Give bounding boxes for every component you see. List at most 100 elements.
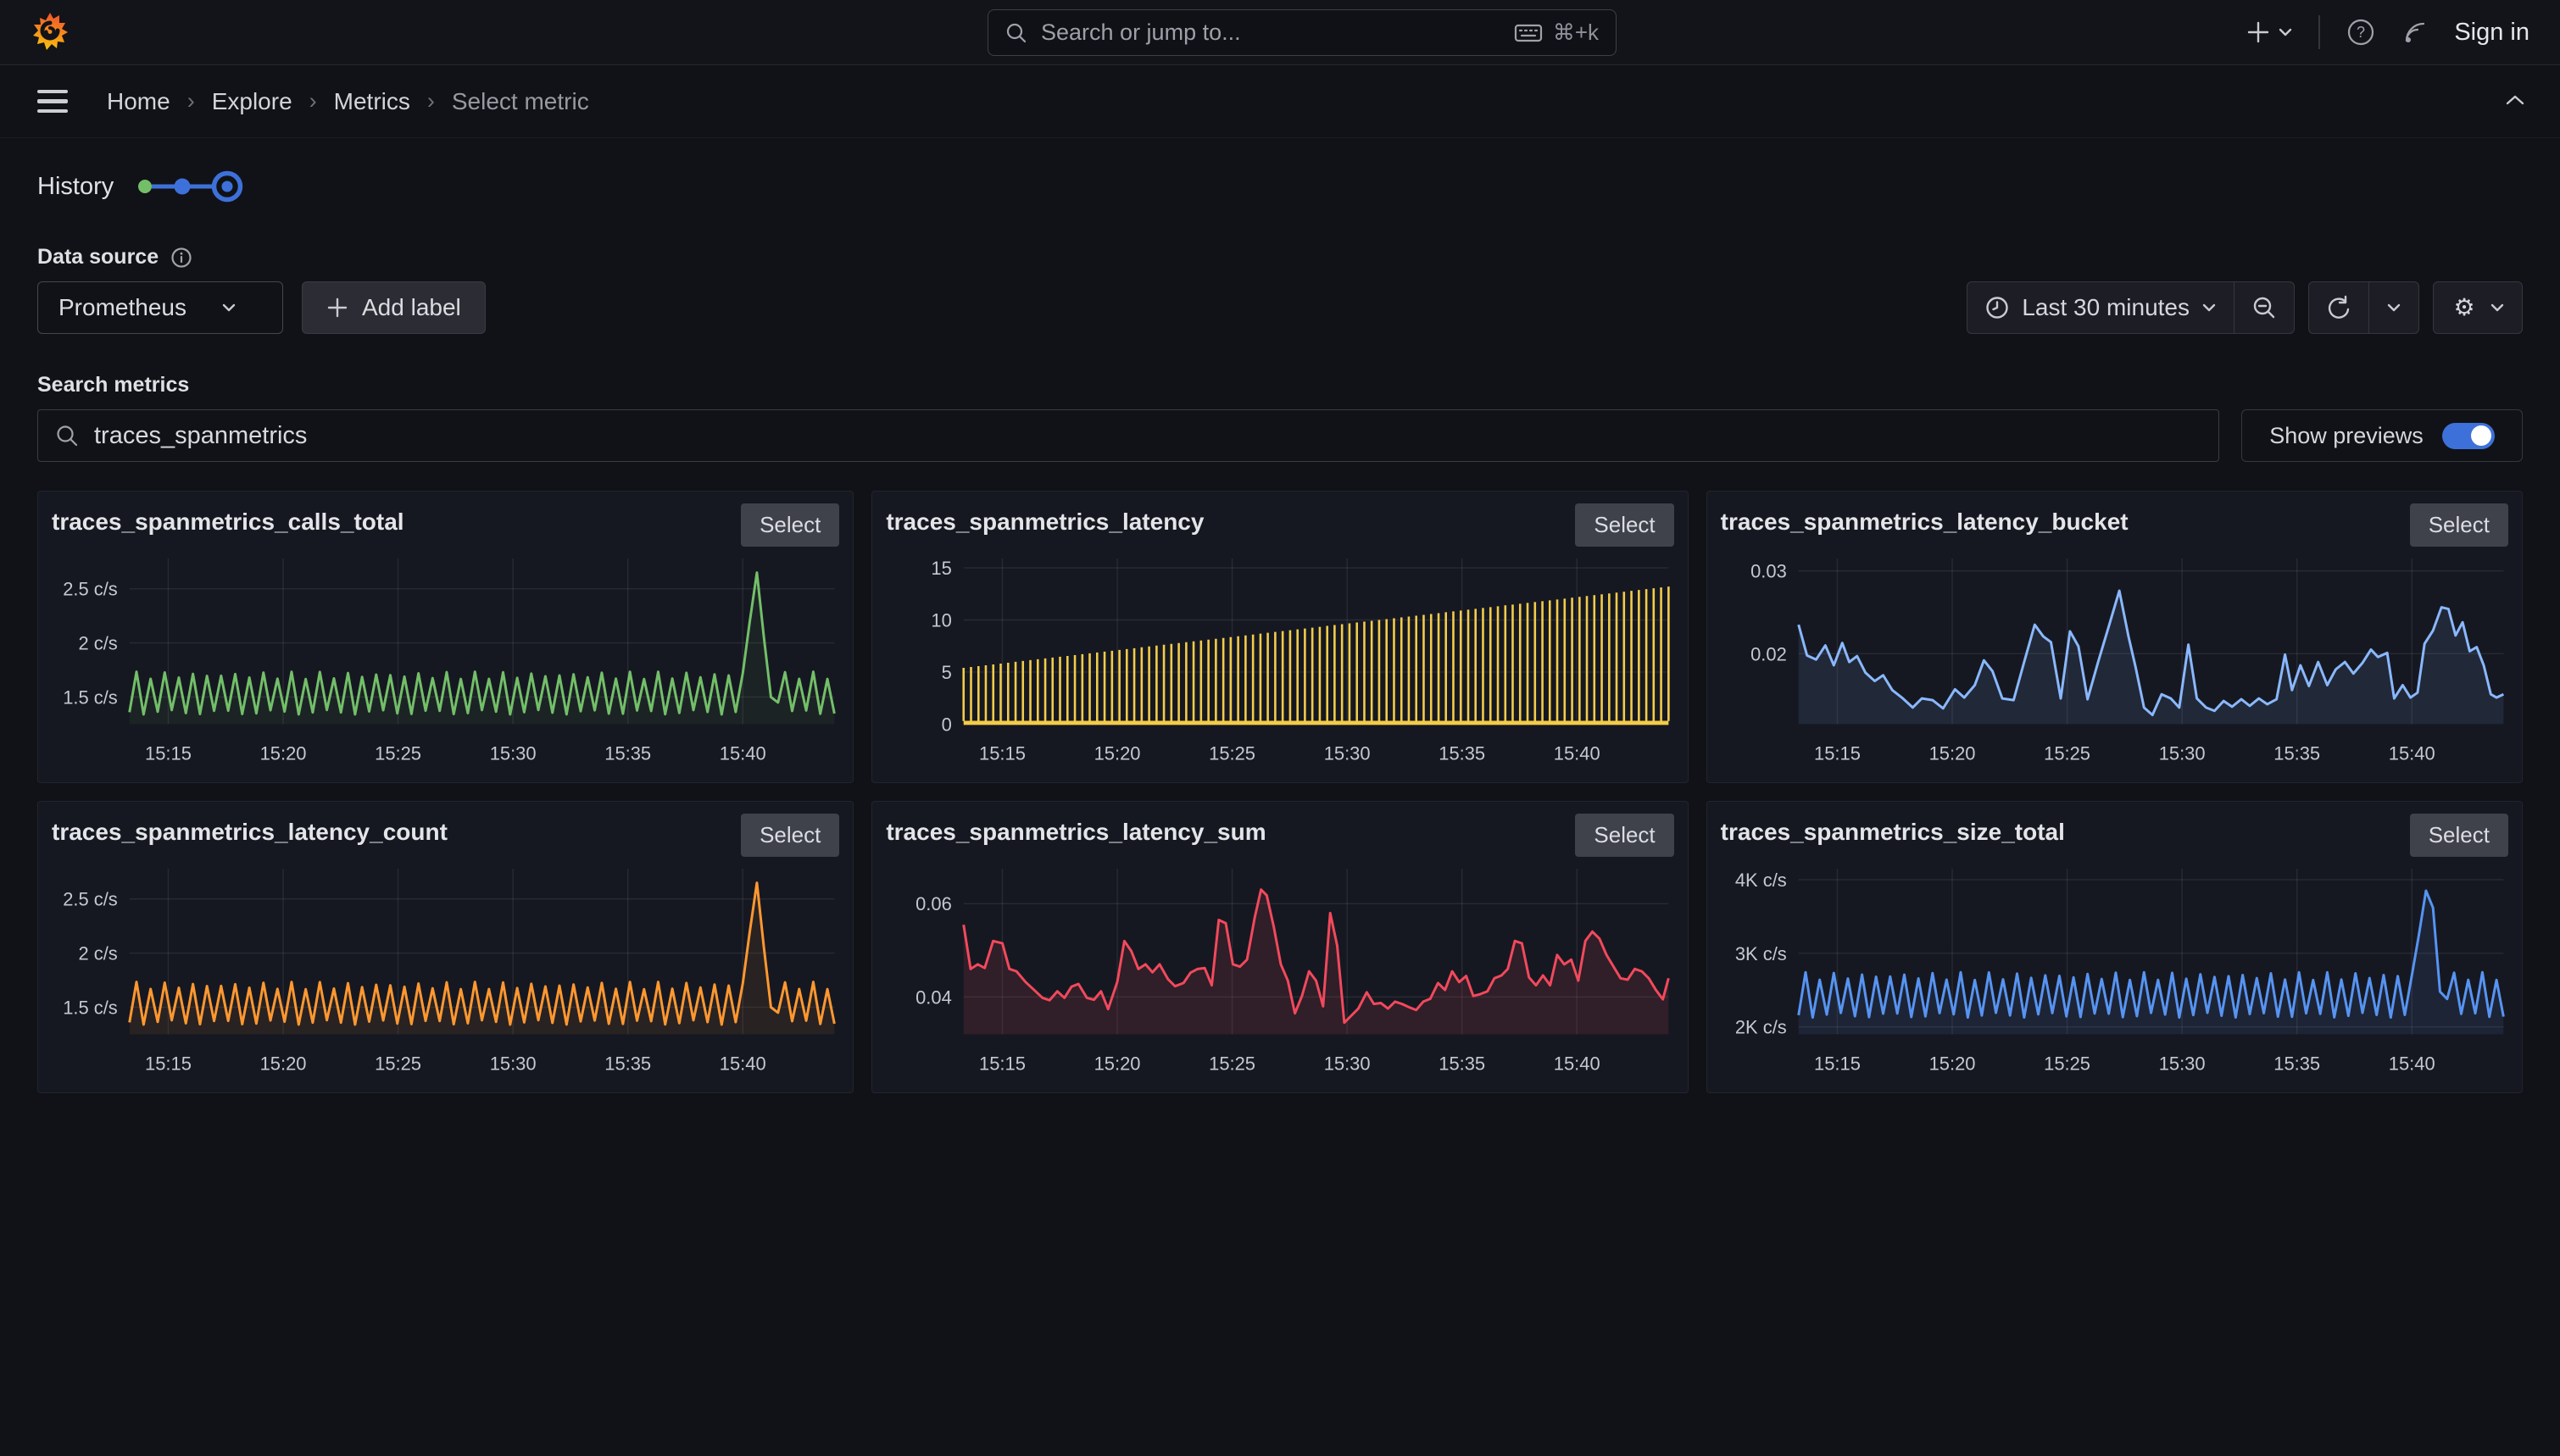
- svg-text:15:30: 15:30: [490, 742, 537, 764]
- show-previews-toggle[interactable]: [2442, 423, 2495, 449]
- sign-in-link[interactable]: Sign in: [2454, 19, 2529, 47]
- refresh-interval-dropdown[interactable]: [2368, 281, 2419, 334]
- shortcut-hint: ⌘+k: [1514, 19, 1599, 46]
- refresh-button[interactable]: [2308, 281, 2369, 334]
- help-button[interactable]: ?: [2346, 17, 2376, 47]
- svg-text:15:20: 15:20: [1094, 1053, 1141, 1074]
- svg-text:15:15: 15:15: [979, 742, 1026, 764]
- svg-text:15:20: 15:20: [260, 1053, 307, 1074]
- svg-text:0.06: 0.06: [915, 893, 952, 914]
- select-metric-button[interactable]: Select: [2410, 503, 2508, 547]
- svg-text:15:35: 15:35: [2273, 1053, 2320, 1074]
- svg-text:15:30: 15:30: [2158, 742, 2205, 764]
- gear-icon: ⚙: [2451, 294, 2478, 321]
- svg-text:15:35: 15:35: [604, 742, 651, 764]
- svg-text:15:25: 15:25: [375, 742, 421, 764]
- global-search-input[interactable]: Search or jump to... ⌘+k: [988, 9, 1617, 56]
- breadcrumb-home[interactable]: Home: [107, 88, 170, 115]
- search-row: traces_spanmetrics Show previews: [37, 409, 2523, 462]
- svg-text:15:30: 15:30: [2158, 1053, 2205, 1074]
- chevron-down-icon: [2386, 302, 2401, 314]
- datasource-label: Data source: [37, 245, 159, 270]
- plus-icon: [326, 297, 348, 319]
- metric-panels-grid: traces_spanmetrics_calls_total Select 15…: [37, 491, 2523, 1093]
- hamburger-menu-button[interactable]: [34, 86, 71, 117]
- search-icon: [1005, 22, 1027, 44]
- select-metric-button[interactable]: Select: [741, 814, 839, 857]
- panel-title: traces_spanmetrics_calls_total: [52, 503, 404, 536]
- svg-text:2 c/s: 2 c/s: [78, 633, 117, 654]
- timeseries-chart: 15:1515:2015:2515:3015:3515:401.5 c/s2 c…: [52, 550, 839, 780]
- show-previews-control: Show previews: [2241, 409, 2523, 462]
- breadcrumb-bar: Home › Explore › Metrics › Select metric: [0, 65, 2560, 138]
- datasource-label-row: Data source: [37, 245, 2523, 270]
- svg-text:15:30: 15:30: [1324, 1053, 1371, 1074]
- svg-text:15: 15: [932, 558, 952, 579]
- info-icon[interactable]: [170, 247, 192, 269]
- svg-text:4K c/s: 4K c/s: [1735, 870, 1787, 891]
- svg-text:0.04: 0.04: [915, 986, 952, 1008]
- svg-text:15:25: 15:25: [375, 1053, 421, 1074]
- svg-text:15:20: 15:20: [1928, 742, 1975, 764]
- datasource-controls: Prometheus Add label Last 30 minutes: [37, 281, 2523, 334]
- svg-text:0: 0: [942, 714, 952, 735]
- svg-text:15:15: 15:15: [1814, 742, 1861, 764]
- time-range-picker[interactable]: Last 30 minutes: [1967, 281, 2234, 334]
- svg-text:15:40: 15:40: [2388, 1053, 2435, 1074]
- topbar-divider: [2318, 15, 2320, 49]
- history-label: History: [37, 173, 114, 201]
- search-icon: [55, 424, 79, 447]
- svg-text:2.5 c/s: 2.5 c/s: [63, 889, 118, 910]
- search-metrics-input[interactable]: traces_spanmetrics: [37, 409, 2219, 462]
- chevron-down-icon: [2278, 26, 2293, 38]
- zoom-out-button[interactable]: [2234, 281, 2295, 334]
- svg-text:2K c/s: 2K c/s: [1735, 1017, 1787, 1038]
- svg-text:1.5 c/s: 1.5 c/s: [63, 997, 118, 1018]
- panel-latency-bucket: traces_spanmetrics_latency_bucket Select…: [1706, 491, 2523, 783]
- timeseries-chart: 15:1515:2015:2515:3015:3515:400.020.03: [1721, 550, 2508, 780]
- svg-text:15:15: 15:15: [145, 742, 192, 764]
- rss-icon: [2401, 19, 2429, 46]
- svg-text:15:35: 15:35: [1439, 1053, 1486, 1074]
- select-metric-button[interactable]: Select: [741, 503, 839, 547]
- time-range-value: Last 30 minutes: [2022, 294, 2190, 321]
- breadcrumb: Home › Explore › Metrics › Select metric: [107, 88, 589, 115]
- datasource-picker[interactable]: Prometheus: [37, 281, 283, 334]
- history-steps[interactable]: [136, 164, 246, 209]
- timeseries-chart: 15:1515:2015:2515:3015:3515:402K c/s3K c…: [1721, 860, 2508, 1090]
- panel-title: traces_spanmetrics_latency_sum: [886, 814, 1266, 846]
- explore-metrics-page: History Data source Prometheus Add label: [0, 164, 2560, 1093]
- svg-text:15:35: 15:35: [2273, 742, 2320, 764]
- svg-text:15:15: 15:15: [979, 1053, 1026, 1074]
- settings-button[interactable]: ⚙: [2433, 281, 2523, 334]
- select-metric-button[interactable]: Select: [1575, 503, 1673, 547]
- news-button[interactable]: [2401, 19, 2429, 46]
- timeseries-chart: 15:1515:2015:2515:3015:3515:401.5 c/s2 c…: [52, 860, 839, 1090]
- breadcrumb-explore[interactable]: Explore: [212, 88, 292, 115]
- add-label-button[interactable]: Add label: [302, 281, 486, 334]
- svg-text:15:25: 15:25: [1209, 742, 1255, 764]
- topbar-actions: ? Sign in: [2246, 15, 2529, 49]
- grafana-logo[interactable]: [31, 11, 70, 53]
- panel-title: traces_spanmetrics_latency_count: [52, 814, 448, 846]
- plus-icon: [2246, 19, 2271, 45]
- select-metric-button[interactable]: Select: [2410, 814, 2508, 857]
- panel-calls-total: traces_spanmetrics_calls_total Select 15…: [37, 491, 854, 783]
- svg-text:15:40: 15:40: [1554, 742, 1600, 764]
- chevron-down-icon: [2490, 302, 2505, 314]
- svg-text:2 c/s: 2 c/s: [78, 943, 117, 964]
- breadcrumb-metrics[interactable]: Metrics: [334, 88, 410, 115]
- svg-text:?: ?: [2357, 24, 2365, 41]
- svg-text:15:40: 15:40: [1554, 1053, 1600, 1074]
- select-metric-button[interactable]: Select: [1575, 814, 1673, 857]
- panel-title: traces_spanmetrics_size_total: [1721, 814, 2065, 846]
- zoom-out-icon: [2251, 295, 2277, 320]
- svg-text:15:35: 15:35: [1439, 742, 1486, 764]
- datasource-value: Prometheus: [58, 294, 186, 321]
- svg-text:15:40: 15:40: [2388, 742, 2435, 764]
- keyboard-icon: [1514, 23, 1543, 43]
- top-bar: Search or jump to... ⌘+k ? Sign in: [0, 0, 2560, 65]
- collapse-chevron-up-icon[interactable]: [2504, 92, 2526, 110]
- new-menu-button[interactable]: [2246, 19, 2293, 45]
- panel-title: traces_spanmetrics_latency: [886, 503, 1204, 536]
